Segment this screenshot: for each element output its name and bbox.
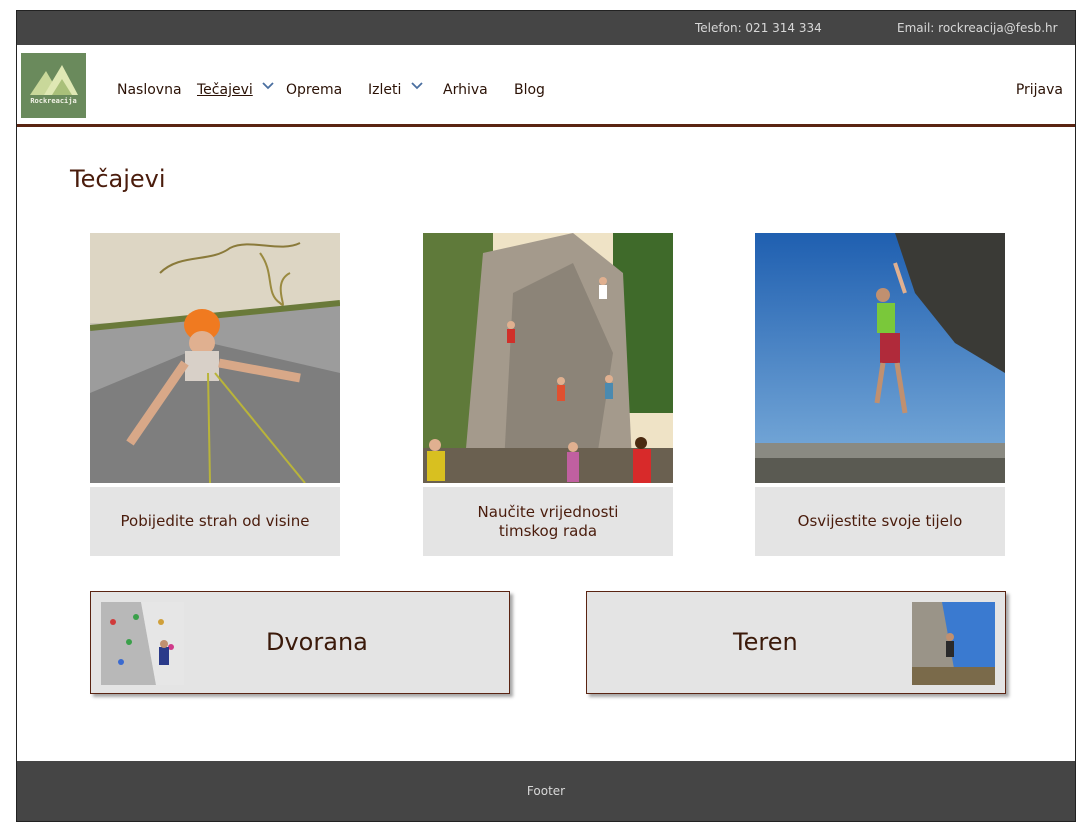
card-caption: Pobijedite strah od visine — [90, 487, 340, 556]
nav-item-naslovna[interactable]: Naslovna — [117, 82, 182, 98]
nav-item-arhiva[interactable]: Arhiva — [443, 82, 488, 98]
course-card[interactable]: Osvijestite svoje tijelo — [755, 233, 1005, 556]
mountain-logo-icon — [30, 65, 78, 95]
top-info-bar: Telefon: 021 314 334 Email: rockreacija@… — [17, 11, 1075, 45]
climber-slab-photo — [90, 233, 340, 483]
chevron-down-icon[interactable] — [261, 81, 275, 91]
page-frame: Telefon: 021 314 334 Email: rockreacija@… — [16, 10, 1076, 822]
logo[interactable]: Rockreacija — [21, 53, 86, 118]
logo-text: Rockreacija — [30, 97, 77, 105]
dvorana-label: Dvorana — [266, 628, 368, 656]
course-card[interactable]: Pobijedite strah od visine — [90, 233, 340, 556]
footer: Footer — [17, 761, 1075, 821]
course-card[interactable]: Naučite vrijednosti timskog rada — [423, 233, 673, 556]
nav-item-tecajevi[interactable]: Tečajevi — [197, 82, 253, 98]
email-text[interactable]: Email: rockreacija@fesb.hr — [897, 21, 1058, 35]
nav-item-oprema[interactable]: Oprema — [286, 82, 342, 98]
page-title: Tečajevi — [70, 165, 166, 193]
overhang-climber-photo — [755, 233, 1005, 483]
nav-item-izleti[interactable]: Izleti — [368, 82, 401, 98]
dvorana-button[interactable]: Dvorana — [90, 591, 510, 694]
main-navigation: Rockreacija Naslovna Tečajevi Oprema Izl… — [17, 45, 1075, 127]
footer-label: Footer — [526, 784, 566, 798]
card-caption: Naučite vrijednosti timskog rada — [423, 487, 673, 556]
outdoor-rock-thumbnail — [912, 602, 995, 685]
nav-item-blog[interactable]: Blog — [514, 82, 545, 98]
indoor-wall-thumbnail — [101, 602, 184, 685]
teren-button[interactable]: Teren — [586, 591, 1006, 694]
chevron-down-icon[interactable] — [410, 81, 424, 91]
login-link[interactable]: Prijava — [1016, 82, 1063, 98]
group-climbing-photo — [423, 233, 673, 483]
card-caption: Osvijestite svoje tijelo — [755, 487, 1005, 556]
teren-label: Teren — [733, 628, 798, 656]
phone-text: Telefon: 021 314 334 — [695, 21, 822, 35]
